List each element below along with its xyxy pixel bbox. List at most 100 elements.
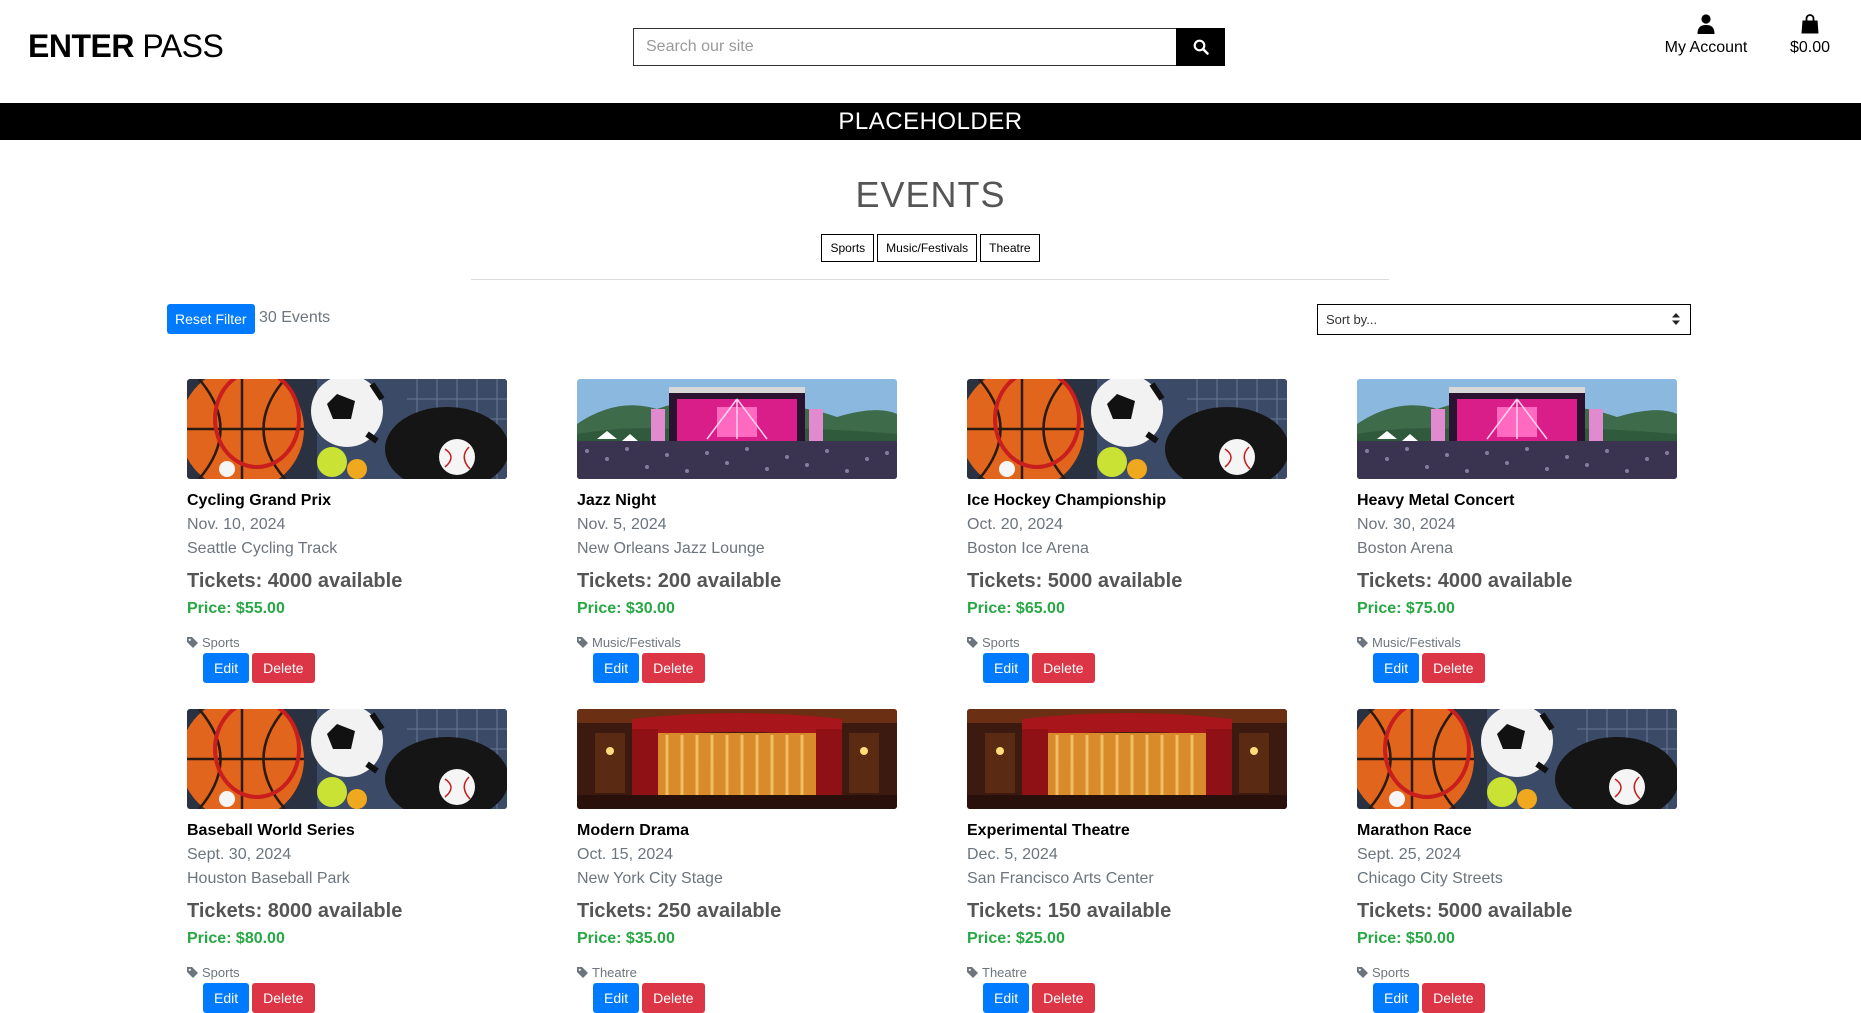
section-divider: [471, 279, 1389, 280]
event-date: Nov. 30, 2024: [1357, 516, 1456, 533]
event-tickets: Tickets: 5000 available: [967, 570, 1183, 592]
event-image[interactable]: [577, 379, 897, 479]
event-image[interactable]: [577, 709, 897, 809]
edit-button[interactable]: Edit: [1373, 983, 1420, 1013]
event-tickets: Tickets: 250 available: [577, 900, 782, 922]
sort-select-value: Sort by...: [1326, 312, 1378, 327]
event-name[interactable]: Cycling Grand Prix: [187, 491, 507, 511]
event-actions: Edit Delete: [593, 653, 897, 683]
edit-button[interactable]: Edit: [1373, 653, 1420, 683]
sort-select[interactable]: Sort by...: [1317, 304, 1691, 335]
site-header: ENTER PASS My Account $0.00: [0, 0, 1861, 103]
delete-button[interactable]: Delete: [1032, 653, 1095, 683]
filter-sports-button[interactable]: Sports: [821, 234, 875, 262]
event-category-link[interactable]: Theatre: [577, 965, 897, 980]
event-venue: Seattle Cycling Track: [187, 540, 338, 557]
event-name[interactable]: Heavy Metal Concert: [1357, 491, 1677, 511]
user-icon: [1697, 14, 1715, 34]
event-venue: San Francisco Arts Center: [967, 870, 1154, 887]
my-account-label: My Account: [1664, 39, 1748, 56]
edit-button[interactable]: Edit: [593, 983, 640, 1013]
event-category-link[interactable]: Music/Festivals: [1357, 635, 1677, 650]
event-actions: Edit Delete: [983, 653, 1287, 683]
event-image[interactable]: [967, 709, 1287, 809]
event-actions: Edit Delete: [1373, 653, 1677, 683]
event-actions: Edit Delete: [203, 653, 507, 683]
event-venue: Boston Ice Arena: [967, 540, 1089, 557]
event-tickets: Tickets: 200 available: [577, 570, 782, 592]
event-category-link[interactable]: Theatre: [967, 965, 1287, 980]
event-name[interactable]: Modern Drama: [577, 821, 897, 841]
event-date: Sept. 25, 2024: [1357, 846, 1462, 863]
delete-button[interactable]: Delete: [642, 653, 705, 683]
event-price: Price: $75.00: [1357, 600, 1455, 617]
my-account-link[interactable]: My Account: [1652, 14, 1760, 57]
delete-button[interactable]: Delete: [642, 983, 705, 1013]
event-date: Sept. 30, 2024: [187, 846, 292, 863]
event-tickets: Tickets: 8000 available: [187, 900, 403, 922]
event-image[interactable]: [1357, 379, 1677, 479]
tag-icon: [1357, 637, 1368, 648]
event-category-link[interactable]: Sports: [967, 635, 1287, 650]
banner-text: PLACEHOLDER: [838, 108, 1023, 135]
event-category-label: Sports: [202, 965, 240, 980]
event-card: Marathon Race Sept. 25, 2024 Chicago City …: [1357, 709, 1677, 1013]
tag-icon: [577, 967, 588, 978]
promo-banner: PLACEHOLDER: [0, 103, 1861, 140]
cart-link[interactable]: $0.00: [1780, 14, 1840, 57]
edit-button[interactable]: Edit: [593, 653, 640, 683]
search-button[interactable]: [1176, 28, 1225, 66]
event-image[interactable]: [187, 379, 507, 479]
search-input[interactable]: [633, 28, 1176, 66]
event-price: Price: $55.00: [187, 600, 285, 617]
event-tickets: Tickets: 150 available: [967, 900, 1172, 922]
delete-button[interactable]: Delete: [1422, 653, 1485, 683]
event-date: Nov. 5, 2024: [577, 516, 667, 533]
event-tickets: Tickets: 4000 available: [1357, 570, 1573, 592]
event-price: Price: $50.00: [1357, 930, 1455, 947]
event-card: Baseball World Series Sept. 30, 2024 Houst…: [187, 709, 507, 1013]
delete-button[interactable]: Delete: [1422, 983, 1485, 1013]
event-date: Nov. 10, 2024: [187, 516, 286, 533]
reset-filter-button[interactable]: Reset Filter: [167, 304, 255, 334]
site-logo[interactable]: ENTER PASS: [28, 28, 224, 65]
edit-button[interactable]: Edit: [983, 983, 1030, 1013]
event-name[interactable]: Ice Hockey Championship: [967, 491, 1287, 511]
filter-theatre-button[interactable]: Theatre: [980, 234, 1040, 262]
event-price: Price: $35.00: [577, 930, 675, 947]
event-card: Ice Hockey Championship Oct. 20, 2024 Bost…: [967, 379, 1287, 683]
event-category-link[interactable]: Sports: [187, 635, 507, 650]
edit-button[interactable]: Edit: [983, 653, 1030, 683]
event-name[interactable]: Experimental Theatre: [967, 821, 1287, 841]
event-category-link[interactable]: Sports: [1357, 965, 1677, 980]
event-name[interactable]: Jazz Night: [577, 491, 897, 511]
event-category-link[interactable]: Music/Festivals: [577, 635, 897, 650]
edit-button[interactable]: Edit: [203, 653, 250, 683]
event-category-link[interactable]: Sports: [187, 965, 507, 980]
event-category-label: Music/Festivals: [1372, 635, 1461, 650]
event-image[interactable]: [187, 709, 507, 809]
event-date: Dec. 5, 2024: [967, 846, 1058, 863]
event-category-label: Theatre: [592, 965, 637, 980]
delete-button[interactable]: Delete: [1032, 983, 1095, 1013]
tag-icon: [967, 637, 978, 648]
delete-button[interactable]: Delete: [252, 653, 315, 683]
event-price: Price: $30.00: [577, 600, 675, 617]
edit-button[interactable]: Edit: [203, 983, 250, 1013]
tag-icon: [577, 637, 588, 648]
event-category-label: Music/Festivals: [592, 635, 681, 650]
event-actions: Edit Delete: [1373, 983, 1677, 1013]
sort-arrows-icon: [1672, 313, 1680, 325]
event-venue: Houston Baseball Park: [187, 870, 350, 887]
event-name[interactable]: Baseball World Series: [187, 821, 507, 841]
event-category-label: Sports: [1372, 965, 1410, 980]
event-image[interactable]: [1357, 709, 1677, 809]
filter-music-festivals-button[interactable]: Music/Festivals: [877, 234, 978, 262]
logo-light: PASS: [133, 28, 224, 64]
logo-bold: ENTER: [28, 28, 134, 64]
event-actions: Edit Delete: [203, 983, 507, 1013]
event-image[interactable]: [967, 379, 1287, 479]
event-name[interactable]: Marathon Race: [1357, 821, 1677, 841]
category-filters: Sports Music/Festivals Theatre: [0, 234, 1861, 262]
delete-button[interactable]: Delete: [252, 983, 315, 1013]
